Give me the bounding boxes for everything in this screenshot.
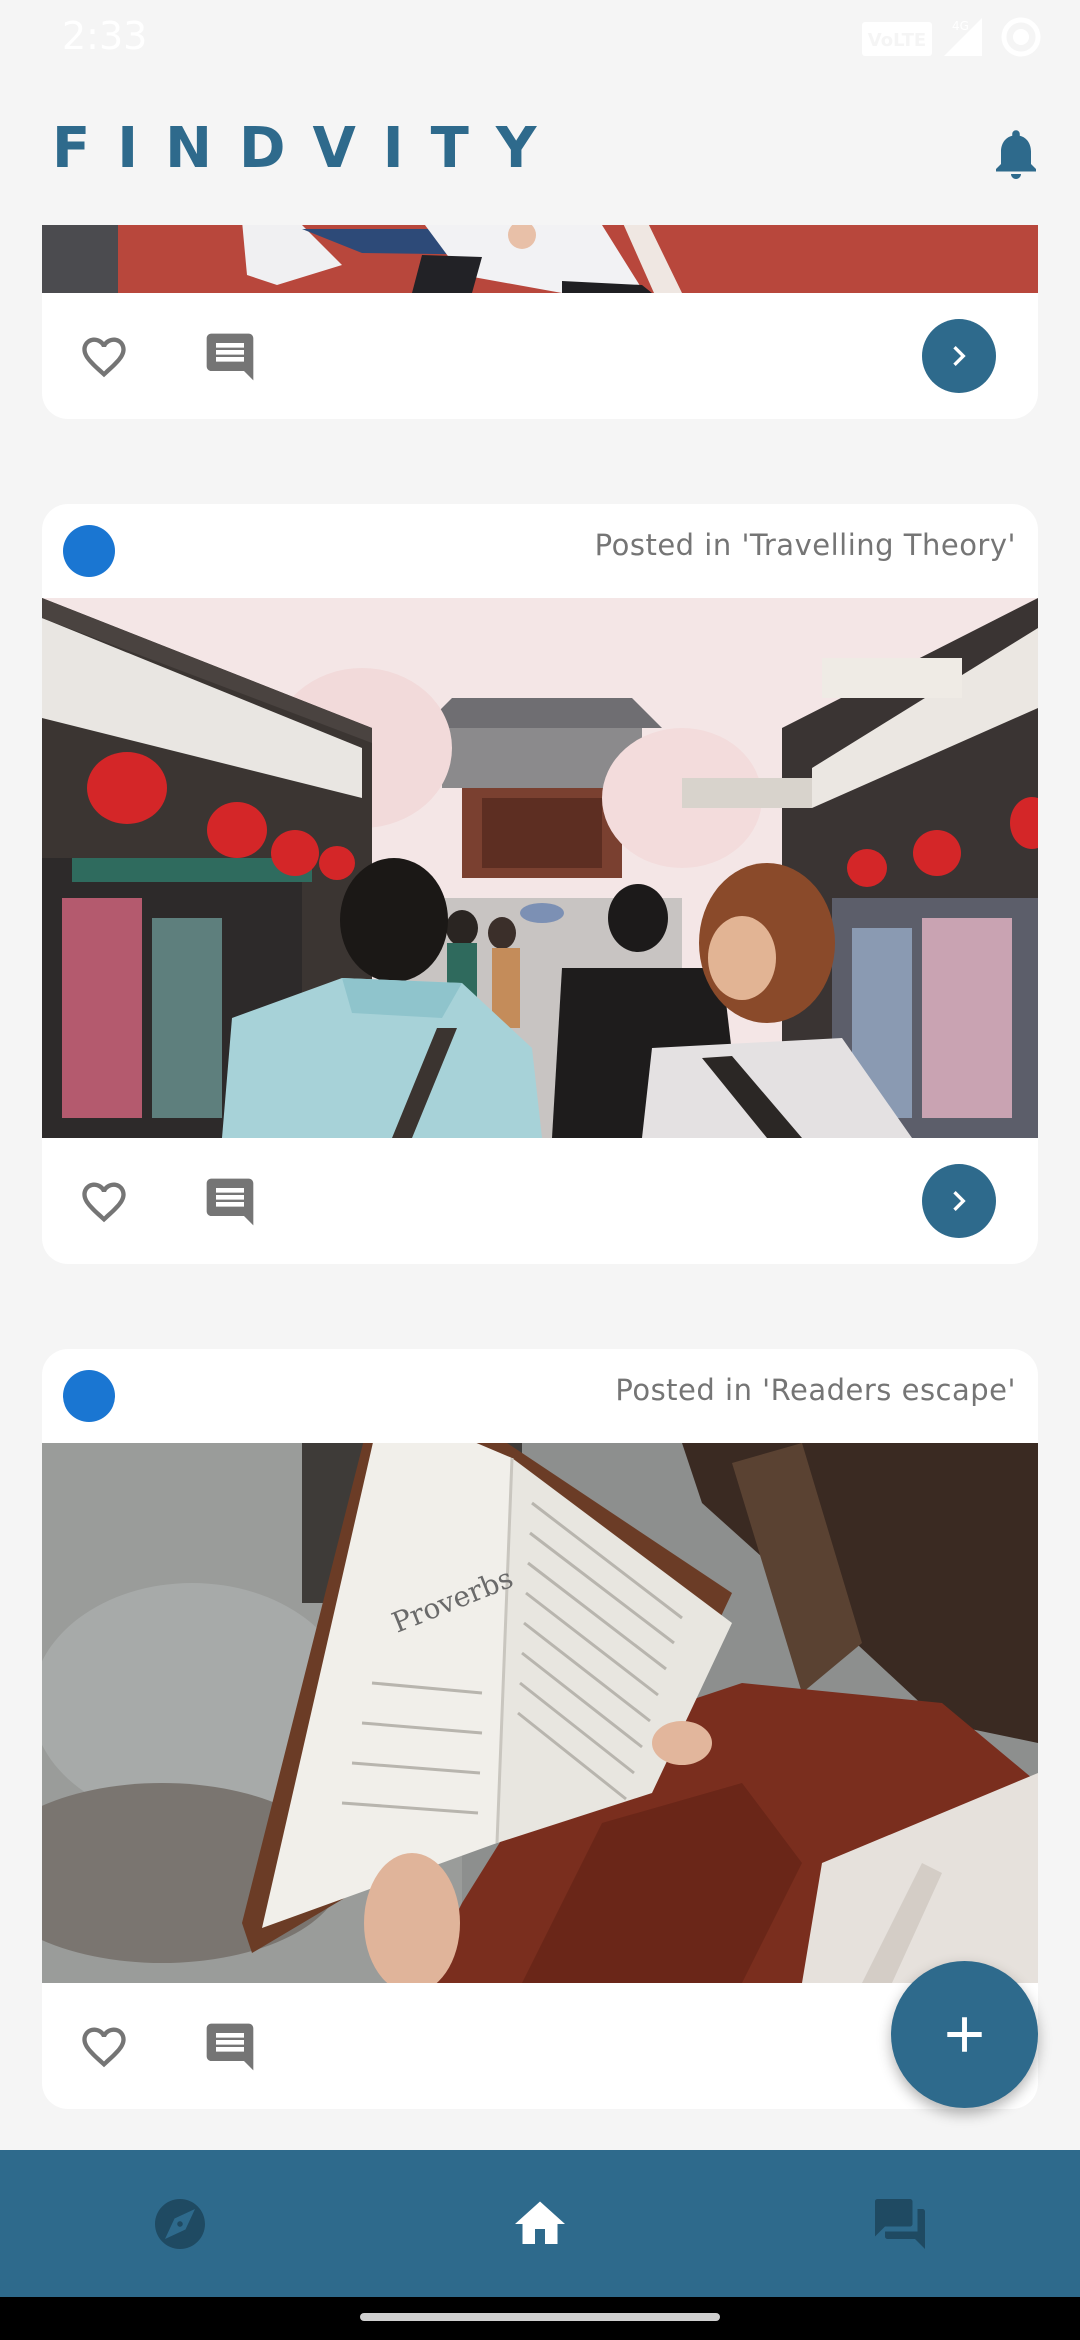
data-saver-icon	[1001, 17, 1041, 57]
chevron-right-icon	[953, 1191, 966, 1211]
open-post-button[interactable]	[922, 319, 996, 393]
post-actions	[42, 1138, 1038, 1264]
signal-label: 4G	[952, 19, 969, 33]
post-image[interactable]	[42, 225, 1038, 293]
create-post-fab[interactable]	[891, 1961, 1038, 2108]
status-icons: VoLTE 4G	[862, 16, 1042, 62]
post-image[interactable]	[42, 598, 1038, 1138]
volte-label: VoLTE	[868, 30, 926, 51]
volte-icon: VoLTE	[862, 22, 932, 56]
posted-in-label[interactable]: Posted in 'Readers escape'	[615, 1373, 1016, 1407]
post-feed[interactable]: Posted in 'Travelling Theory' Posted in …	[0, 225, 1080, 2150]
open-post-button[interactable]	[922, 1164, 996, 1238]
like-icon[interactable]	[76, 331, 132, 383]
post-actions	[42, 1983, 1038, 2109]
like-icon[interactable]	[76, 1176, 132, 1228]
bottom-navigation	[0, 2150, 1080, 2297]
system-navigation-bar	[0, 2297, 1080, 2340]
chat-icon	[875, 2199, 925, 2249]
plus-icon	[947, 2017, 982, 2052]
like-icon[interactable]	[76, 2021, 132, 2073]
notification-bell-icon[interactable]	[986, 122, 1046, 186]
comment-icon[interactable]	[202, 2019, 258, 2075]
post-image[interactable]: Proverbs	[42, 1443, 1038, 1983]
author-avatar[interactable]	[63, 525, 115, 577]
nav-item-home[interactable]	[360, 2150, 720, 2297]
app-logo: FINDVITY	[52, 116, 564, 181]
status-time: 2:33	[62, 14, 148, 58]
post-card: Posted in 'Travelling Theory'	[42, 504, 1038, 1264]
comment-icon[interactable]	[202, 1174, 258, 1230]
home-gesture-handle[interactable]	[360, 2313, 720, 2321]
nav-item-explore[interactable]	[0, 2150, 360, 2297]
post-card	[42, 225, 1038, 419]
app-header: FINDVITY	[0, 80, 1080, 225]
post-actions	[42, 293, 1038, 419]
compass-icon	[155, 2199, 205, 2249]
post-card: Posted in 'Readers escape' Proverbs	[42, 1349, 1038, 2109]
baseball-photo	[42, 225, 1038, 293]
posted-in-label[interactable]: Posted in 'Travelling Theory'	[595, 528, 1016, 562]
market-street-photo	[42, 598, 1038, 1138]
reading-woman-photo: Proverbs	[42, 1443, 1038, 1983]
post-header: Posted in 'Travelling Theory'	[42, 504, 1038, 598]
home-icon	[515, 2201, 565, 2244]
author-avatar[interactable]	[63, 1370, 115, 1422]
chevron-right-icon	[953, 346, 966, 366]
post-header: Posted in 'Readers escape'	[42, 1349, 1038, 1443]
nav-item-chat[interactable]	[720, 2150, 1080, 2297]
status-bar: 2:33 VoLTE 4G	[0, 0, 1080, 80]
comment-icon[interactable]	[202, 329, 258, 385]
signal-icon: 4G	[944, 18, 982, 56]
